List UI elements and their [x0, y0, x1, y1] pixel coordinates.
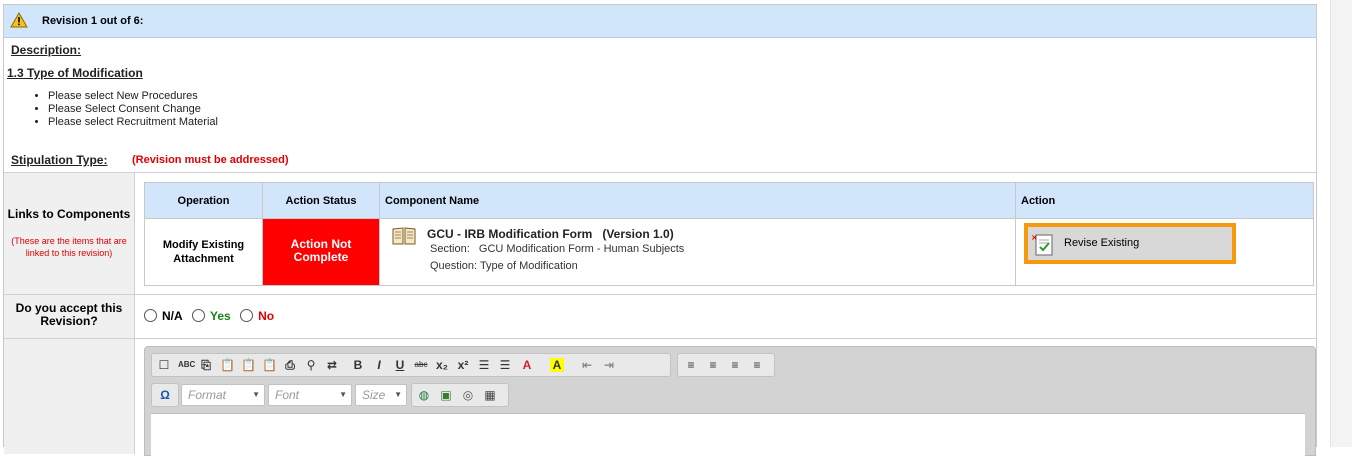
replace-icon[interactable]: ⇄ — [325, 358, 339, 372]
accept-radio-group: N/A Yes No — [144, 309, 280, 323]
flash-icon[interactable]: ◎ — [461, 388, 475, 402]
component-question: Question: Type of Modification — [430, 260, 578, 272]
revision-items: Please select New Procedures Please Sele… — [34, 90, 218, 129]
format-placeholder: Format — [188, 388, 227, 402]
section-title: 1.3 Type of Modification — [7, 66, 143, 80]
radio-yes-label: Yes — [210, 309, 231, 323]
format-select[interactable]: Format ▼ — [181, 384, 265, 406]
chevron-down-icon: ▼ — [394, 390, 402, 399]
size-select[interactable]: Size ▼ — [355, 384, 407, 406]
component-section: Section: GCU Modification Form - Human S… — [430, 243, 685, 255]
warning-icon — [10, 12, 28, 28]
radio-na[interactable]: N/A — [144, 309, 183, 323]
bulleted-list-icon[interactable]: ☰ — [498, 358, 512, 372]
accept-label: Do you accept this Revision? — [15, 301, 123, 328]
radio-no-label: No — [258, 309, 275, 323]
subscript-icon[interactable]: x₂ — [435, 358, 449, 372]
editor-content-area[interactable] — [151, 413, 1305, 458]
strikethrough-icon[interactable]: abc — [414, 358, 428, 372]
align-center-icon[interactable]: ≡ — [706, 358, 720, 372]
editor-toolbar-group: ☐ ABC ⎘ 📋 📋 📋 ⎙ ⚲ ⇄ B I U abc x₂ x² ☰ ☰ … — [151, 353, 671, 377]
rich-text-editor: ☐ ABC ⎘ 📋 📋 📋 ⎙ ⚲ ⇄ B I U abc x₂ x² ☰ ☰ … — [144, 346, 1316, 458]
table-icon[interactable]: ▦ — [483, 388, 497, 402]
action-status-text: Action Not Complete — [290, 237, 352, 264]
size-placeholder: Size — [362, 388, 386, 402]
revision-panel: Revision 1 out of 6: Description: 1.3 Ty… — [3, 4, 1317, 458]
component-name-cell: GCU - IRB Modification Form (Version 1.0… — [380, 219, 1016, 285]
editor-row: ☐ ABC ⎘ 📋 📋 📋 ⎙ ⚲ ⇄ B I U abc x₂ x² ☰ ☰ … — [4, 338, 1316, 458]
paste-icon[interactable]: 📋 — [220, 358, 235, 372]
copy-icon[interactable]: ⎘ — [199, 358, 213, 372]
numbered-list-icon[interactable]: ☰ — [477, 358, 491, 372]
insert-group: ◍ ▣ ◎ ▦ — [411, 383, 509, 407]
header-component-name: Component Name — [380, 183, 1016, 219]
omega-icon[interactable]: Ω — [158, 388, 172, 402]
editor-label-cell — [4, 339, 135, 454]
radio-na-label: N/A — [162, 309, 183, 323]
revise-document-icon: × — [1031, 233, 1053, 256]
underline-icon[interactable]: U — [393, 358, 407, 372]
editor-align-group: ≡ ≡ ≡ ≡ — [677, 353, 775, 377]
operation-text: Modify Existing Attachment — [162, 239, 245, 265]
new-page-icon[interactable]: ☐ — [157, 358, 171, 372]
special-char-group: Ω — [151, 383, 179, 407]
print-icon[interactable]: ⎙ — [283, 358, 297, 372]
svg-text:×: × — [1031, 233, 1038, 242]
font-placeholder: Font — [275, 388, 300, 402]
align-justify-icon[interactable]: ≡ — [750, 358, 764, 372]
radio-no[interactable]: No — [240, 309, 274, 323]
description-label: Description: — [11, 43, 82, 57]
links-row: Links to Components (These are the items… — [4, 172, 1316, 295]
spellcheck-icon[interactable]: ABC — [178, 358, 195, 372]
list-item: Please select New Procedures — [48, 90, 218, 103]
font-select[interactable]: Font ▼ — [268, 384, 352, 406]
radio-circle[interactable] — [144, 309, 157, 322]
revision-header: Revision 1 out of 6: — [4, 5, 1316, 38]
radio-yes[interactable]: Yes — [192, 309, 231, 323]
outdent-icon[interactable]: ⇤ — [580, 358, 594, 372]
chevron-down-icon: ▼ — [339, 390, 347, 399]
accept-row: Do you accept this Revision? N/A Yes No — [4, 294, 1316, 339]
components-table: Operation Action Status Component Name A… — [144, 182, 1314, 286]
links-note: (These are the items that are linked to … — [11, 236, 127, 258]
link-globe-icon[interactable]: ◍ — [417, 388, 431, 402]
background-color-icon[interactable]: A — [550, 358, 564, 372]
paste-word-icon[interactable]: 📋 — [262, 358, 277, 372]
radio-circle[interactable] — [240, 309, 254, 322]
header-action: Action — [1016, 183, 1313, 219]
revision-title: Revision 1 out of 6: — [42, 15, 144, 27]
links-label-cell: Links to Components (These are the items… — [4, 173, 135, 295]
align-right-icon[interactable]: ≡ — [728, 358, 742, 372]
image-icon[interactable]: ▣ — [439, 388, 453, 402]
find-icon[interactable]: ⚲ — [304, 358, 318, 372]
accept-label-cell: Do you accept this Revision? — [4, 295, 135, 339]
align-left-icon[interactable]: ≡ — [684, 358, 698, 372]
header-action-status: Action Status — [263, 183, 380, 219]
paste-text-icon[interactable]: 📋 — [241, 358, 256, 372]
radio-circle[interactable] — [192, 309, 206, 322]
revise-existing-label: Revise Existing — [1064, 237, 1140, 249]
indent-icon[interactable]: ⇥ — [602, 358, 616, 372]
list-item: Please Select Consent Change — [48, 103, 218, 116]
description-area: Description: 1.3 Type of Modification Pl… — [4, 38, 1316, 172]
chevron-down-icon: ▼ — [252, 390, 260, 399]
component-title: GCU - IRB Modification Form (Version 1.0… — [427, 227, 674, 241]
stipulation-note: (Revision must be addressed) — [132, 154, 289, 166]
bold-icon[interactable]: B — [351, 358, 365, 372]
action-cell: × Revise Existing — [1016, 219, 1313, 285]
superscript-icon[interactable]: x² — [456, 358, 470, 372]
text-color-icon[interactable]: A — [520, 358, 534, 372]
revise-existing-button[interactable]: × Revise Existing — [1024, 223, 1236, 264]
scrollbar-track[interactable] — [1330, 0, 1352, 447]
header-operation: Operation — [145, 183, 263, 219]
book-icon — [392, 227, 416, 245]
list-item: Please select Recruitment Material — [48, 116, 218, 129]
operation-cell: Modify Existing Attachment — [145, 219, 263, 285]
action-status-cell: Action Not Complete — [263, 219, 380, 285]
stipulation-type-label: Stipulation Type: — [11, 153, 108, 167]
italic-icon[interactable]: I — [372, 358, 386, 372]
links-label: Links to Components — [7, 207, 131, 221]
